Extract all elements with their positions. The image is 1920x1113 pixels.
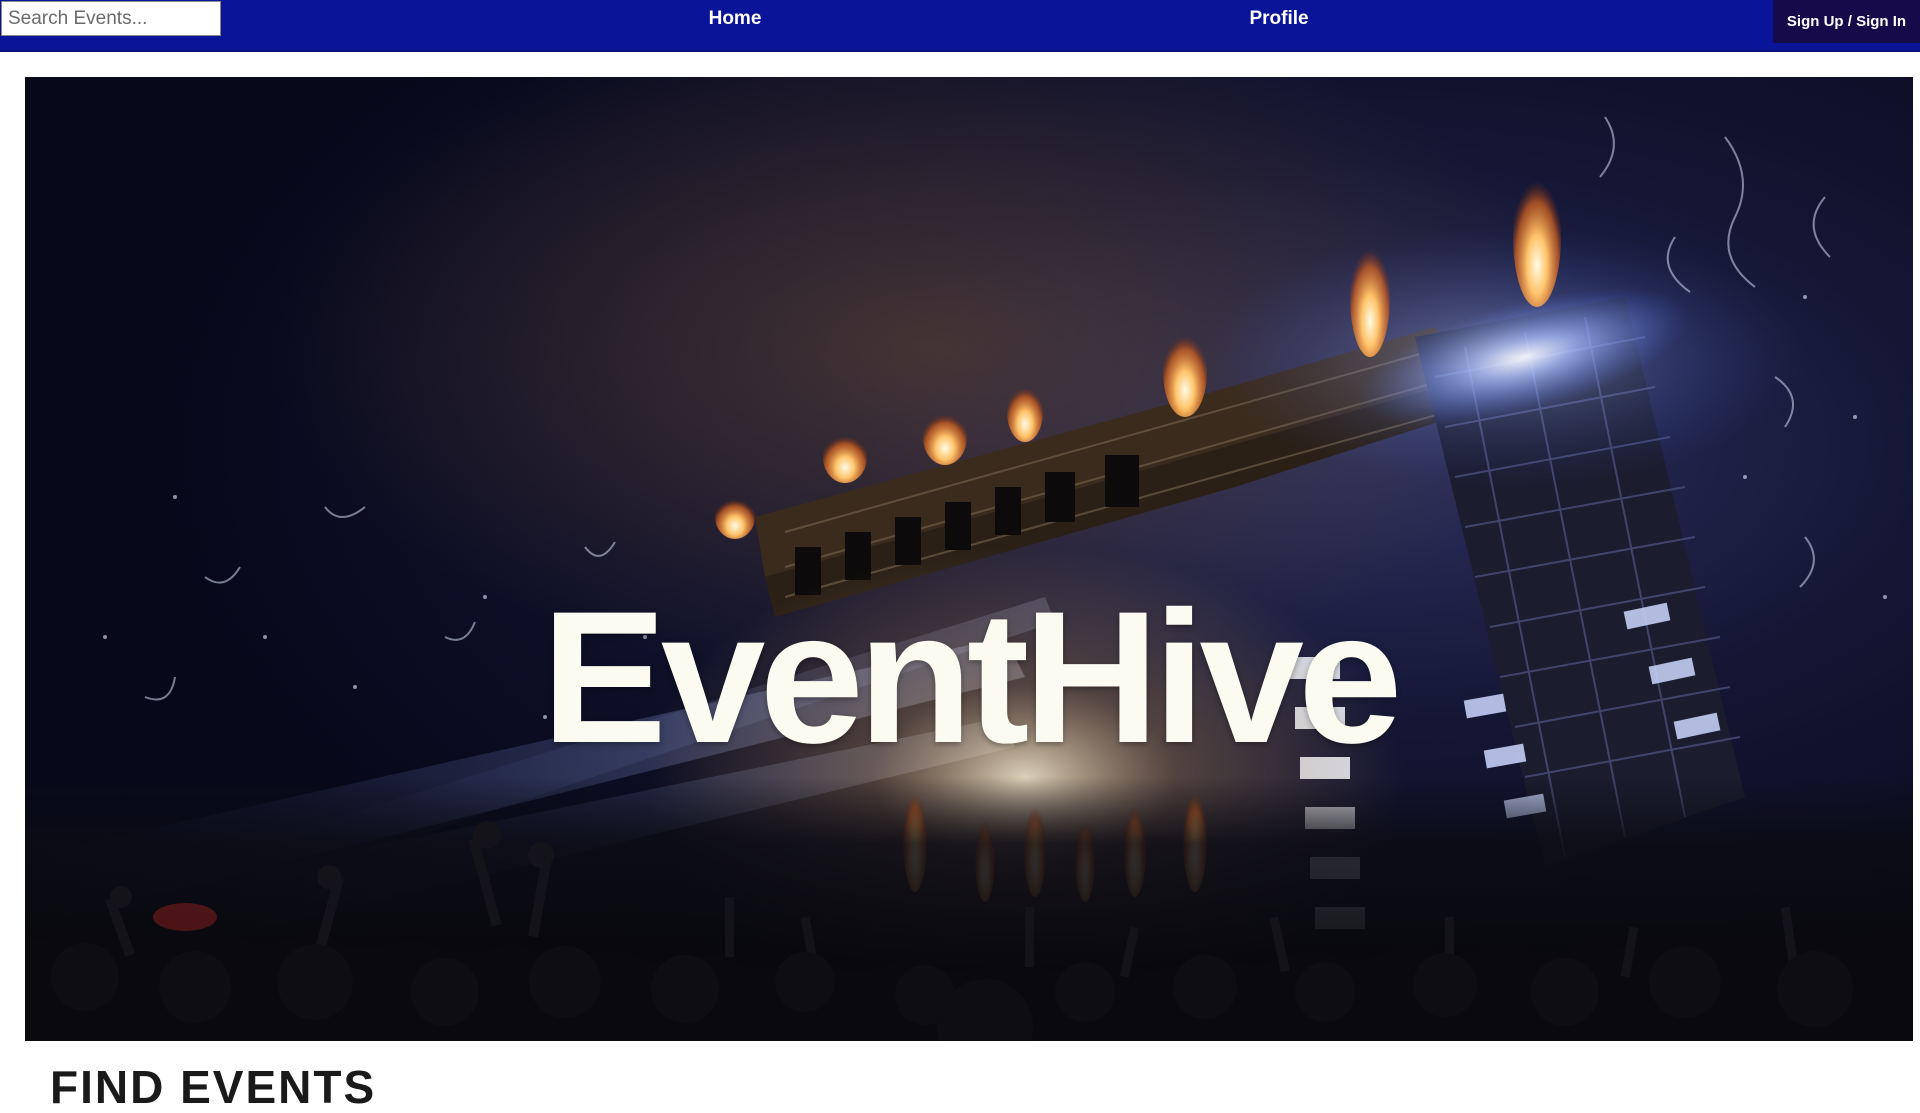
top-navbar: Home Profile Sign Up / Sign In (0, 0, 1920, 52)
nav-link-home[interactable]: Home (709, 0, 762, 38)
nav-link-profile[interactable]: Profile (1249, 0, 1308, 38)
search-input[interactable] (1, 1, 221, 36)
concert-stage-photo (25, 77, 1913, 1041)
hero-title: EventHive (541, 572, 1402, 782)
hero-banner: EventHive (25, 77, 1913, 1041)
signup-signin-button[interactable]: Sign Up / Sign In (1773, 0, 1920, 43)
find-events-heading: FIND EVENTS (50, 1061, 377, 1113)
